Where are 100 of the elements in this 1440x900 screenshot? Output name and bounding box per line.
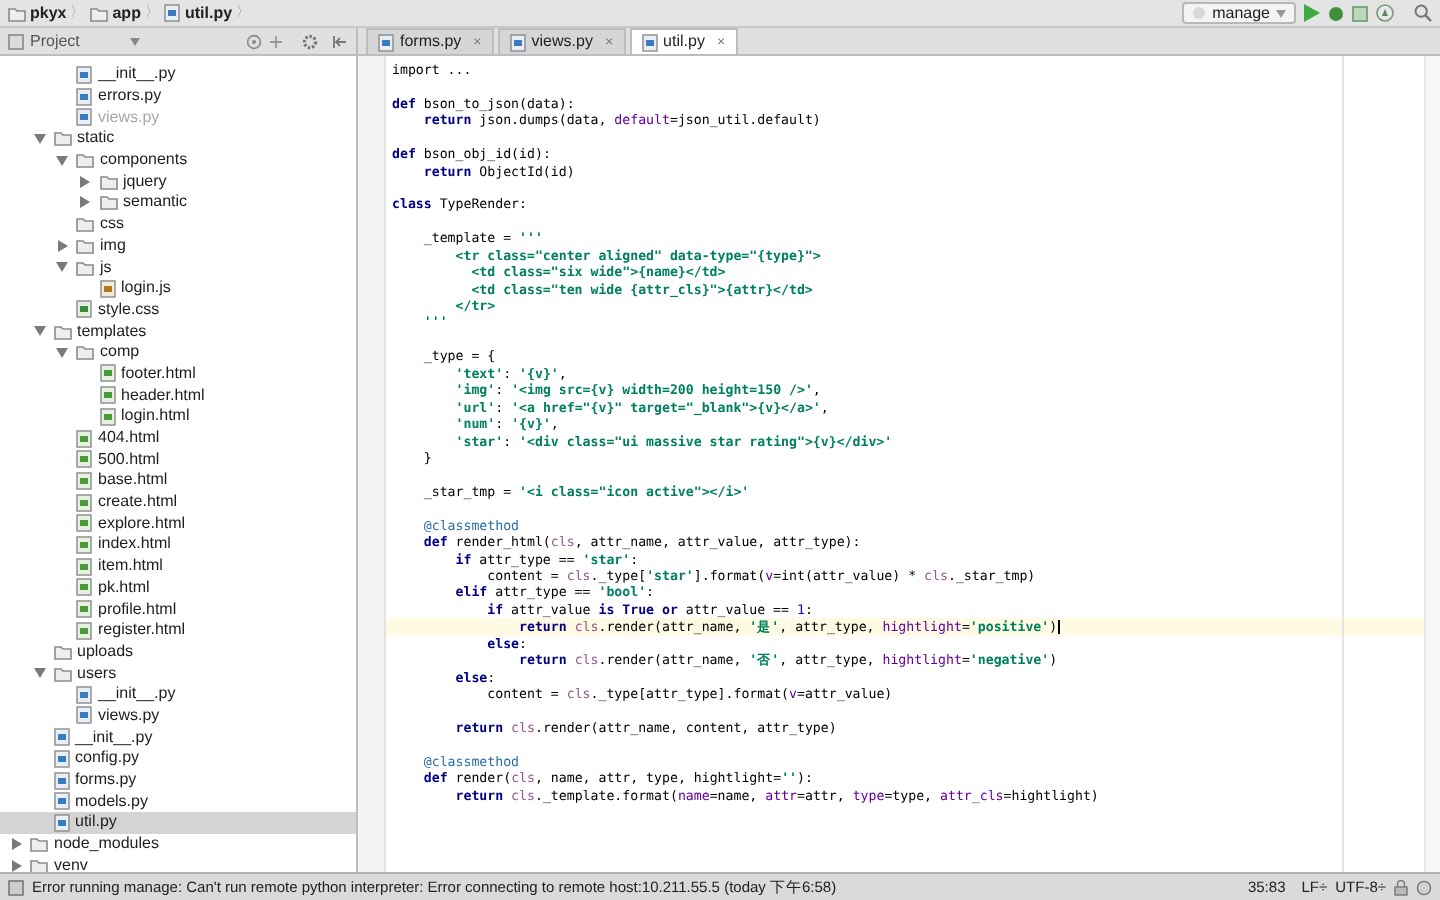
tree-item[interactable]: css — [0, 213, 356, 235]
tree-item[interactable]: node_modules — [0, 833, 356, 855]
tree-item-label: forms.py — [75, 772, 137, 789]
breadcrumb-link[interactable]: app — [112, 5, 141, 21]
tree-item-label: 404.html — [98, 430, 160, 447]
tree-item-label: errors.py — [98, 88, 162, 105]
tree-item[interactable]: uploads — [0, 641, 356, 663]
tree-item[interactable]: forms.py — [0, 769, 356, 791]
css-file-icon — [76, 300, 92, 319]
tree-item[interactable]: item.html — [0, 555, 356, 577]
text-cursor — [1057, 620, 1060, 635]
hide-panel-icon[interactable] — [332, 33, 348, 49]
breadcrumb-link[interactable]: pkyx — [30, 5, 67, 21]
tree-item[interactable]: create.html — [0, 491, 356, 513]
tree-item-label: semantic — [123, 194, 188, 211]
tree-item[interactable]: pk.html — [0, 577, 356, 599]
collapsed-arrow-icon[interactable] — [57, 239, 67, 252]
tree-item-label: create.html — [98, 494, 178, 511]
python-file-icon — [641, 33, 658, 51]
python-file-icon — [509, 33, 526, 51]
tree-item[interactable]: img — [0, 235, 356, 257]
caret-icon — [1276, 9, 1286, 17]
tree-item-label: item.html — [98, 558, 163, 575]
panel-title[interactable]: Project — [30, 33, 80, 49]
run-config-dropdown[interactable]: manage — [1182, 2, 1296, 24]
settings-icon[interactable] — [302, 33, 318, 49]
tree-item-label: login.html — [121, 408, 190, 425]
tree-item[interactable]: profile.html — [0, 598, 356, 620]
tree-item[interactable]: comp — [0, 341, 356, 364]
tree-item-label: login.js — [121, 280, 171, 297]
tree-item[interactable]: errors.py — [0, 85, 356, 107]
tree-item[interactable]: register.html — [0, 619, 356, 642]
tree-item-label: views.py — [98, 109, 160, 126]
tree-item[interactable]: templates — [0, 320, 356, 342]
tree-item-label: css — [100, 216, 124, 233]
tree-item-label: register.html — [98, 622, 186, 639]
tree-item[interactable]: style.css — [0, 299, 356, 321]
tree-item-label: img — [100, 237, 126, 254]
expanded-arrow-icon[interactable] — [56, 262, 68, 273]
tree-item[interactable]: __init__.py — [0, 683, 356, 706]
tree-item-label: views.py — [98, 707, 160, 724]
tree-item[interactable]: config.py — [0, 748, 356, 770]
expanded-arrow-icon[interactable] — [33, 668, 45, 679]
lock-icon[interactable] — [1394, 879, 1408, 895]
tree-item[interactable]: components — [0, 149, 356, 171]
tree-item-label: style.css — [98, 301, 160, 318]
tree-item-label: static — [77, 130, 115, 147]
tree-item-label: components — [100, 152, 188, 169]
folder-icon — [90, 5, 109, 21]
tree-item[interactable]: index.html — [0, 534, 356, 556]
tree-item-label: 500.html — [98, 451, 160, 468]
tree-item-label: base.html — [98, 472, 168, 489]
run-icon[interactable] — [1304, 4, 1320, 22]
tree-item-label: config.py — [75, 750, 140, 767]
tree-item-label: util.py — [75, 814, 117, 831]
tree-item-label: jquery — [123, 173, 167, 190]
tree-item-label: __init__.py — [98, 66, 176, 83]
tree-item-label: __init__.py — [98, 686, 176, 703]
tree-item[interactable]: models.py — [0, 790, 356, 813]
debug-icon[interactable] — [1328, 5, 1344, 21]
collapse-all-icon[interactable] — [268, 33, 284, 49]
python-file-icon — [378, 33, 394, 51]
tree-item[interactable]: __init__.py — [0, 726, 356, 748]
tree-item[interactable]: util.py — [0, 812, 356, 834]
tree-item[interactable]: login.js — [0, 277, 356, 300]
tree-item[interactable]: 404.html — [0, 427, 356, 449]
target-icon[interactable] — [246, 33, 262, 49]
folder-icon — [8, 5, 26, 21]
tree-item-label: index.html — [98, 536, 171, 553]
tree-item-label: templates — [77, 323, 147, 340]
tree-item-label: comp — [100, 344, 140, 361]
tree-item[interactable]: users — [0, 662, 356, 684]
tree-item[interactable]: base.html — [0, 470, 356, 492]
tree-item-label: __init__.py — [75, 729, 153, 746]
tree-item[interactable]: footer.html — [0, 363, 356, 385]
tree-item-label: venv — [54, 857, 88, 872]
tree-item[interactable]: semantic — [0, 192, 356, 214]
tree-item[interactable]: js — [0, 256, 356, 278]
tree-item[interactable]: views.py — [0, 705, 356, 727]
tree-item-label: pk.html — [98, 579, 150, 596]
panel-toggle-icon[interactable] — [8, 879, 24, 895]
tree-item[interactable]: 500.html — [0, 448, 356, 471]
tree-item-label: uploads — [77, 643, 134, 660]
tree-item[interactable]: venv — [0, 854, 356, 872]
tree-item[interactable]: static — [0, 128, 356, 150]
tree-item[interactable]: login.html — [0, 406, 356, 428]
breadcrumb-link[interactable]: util.py — [184, 5, 233, 21]
tree-item[interactable]: header.html — [0, 384, 356, 406]
tree-item-label: js — [100, 259, 112, 276]
tree-item[interactable]: __init__.py — [0, 64, 356, 86]
tree-item-label: explore.html — [98, 515, 186, 532]
search-icon[interactable] — [1414, 4, 1432, 22]
tree-item[interactable]: explore.html — [0, 512, 356, 535]
tree-item[interactable]: jquery — [0, 170, 356, 193]
tree-item-label: header.html — [121, 387, 205, 404]
tree-item-label: models.py — [75, 793, 148, 810]
python-file-icon — [164, 4, 181, 22]
js-file-icon — [99, 279, 115, 298]
caret-icon[interactable] — [129, 37, 140, 45]
tree-item-label: users — [77, 665, 117, 682]
